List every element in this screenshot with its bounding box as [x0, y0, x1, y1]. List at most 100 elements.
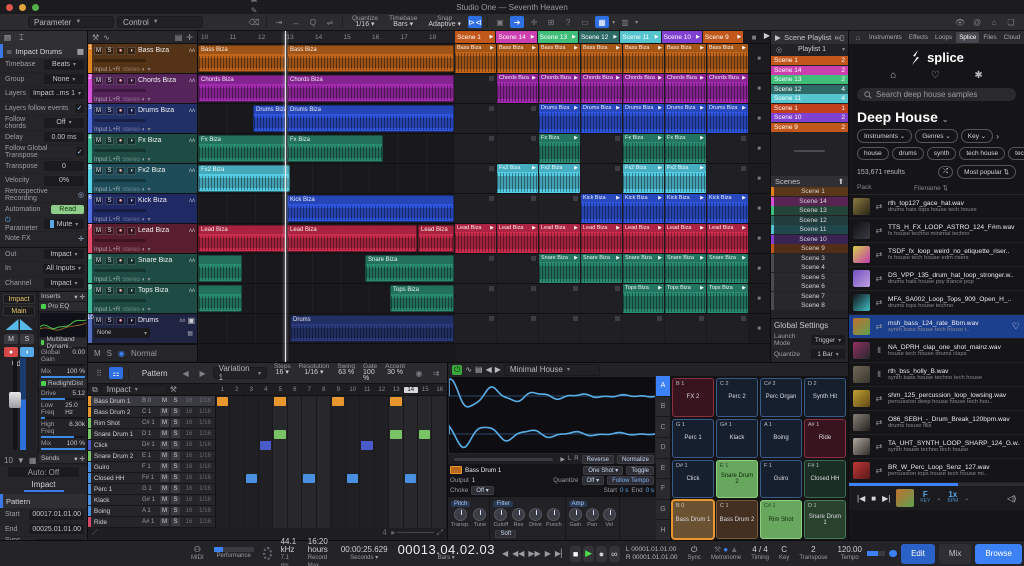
launcher-cell[interactable] [581, 284, 622, 313]
channel-io-value[interactable]: Impact▾ [44, 278, 84, 288]
step-cell[interactable] [216, 451, 230, 462]
step-note[interactable] [332, 397, 343, 406]
step-note[interactable] [390, 430, 401, 439]
stereo-toggle-icon[interactable]: ◐ [142, 277, 146, 283]
step-note[interactable] [361, 441, 372, 450]
step-cell[interactable] [331, 429, 345, 440]
playlist-scene-item[interactable]: Scene 114 [771, 94, 848, 103]
tag-tech-house[interactable]: tech house [959, 147, 1005, 160]
track-monitor-icon[interactable]: ◖ [127, 257, 136, 265]
pattern-row-solo[interactable]: S [171, 408, 180, 416]
track-monitor-icon[interactable]: ◖ [127, 227, 136, 235]
step-cell[interactable] [432, 495, 446, 506]
step-cell[interactable] [346, 418, 360, 429]
accent-dot-icon[interactable]: ◉ [412, 367, 426, 379]
step-cell[interactable] [245, 462, 259, 473]
step-cell[interactable] [389, 473, 403, 484]
track-solo-button[interactable]: S [105, 47, 114, 55]
inspector-row-value[interactable]: 0% [44, 176, 84, 186]
step-number-5[interactable]: 5 [273, 387, 288, 393]
loop-icon[interactable]: ⇄ [874, 298, 884, 307]
pad-klack[interactable]: G# 1Klack [716, 419, 758, 458]
quantize-dropdown[interactable]: Off ▾ [582, 476, 605, 485]
pattern-row-header[interactable]: Snare Drum 1D 1MS161/16 [88, 429, 216, 439]
parameter-slider[interactable] [41, 448, 85, 450]
step-cell[interactable] [389, 418, 403, 429]
launcher-cell[interactable]: Snare Biza▶ [581, 254, 622, 283]
track-record-icon[interactable]: ● [116, 167, 125, 175]
step-cell[interactable] [230, 473, 244, 484]
filter-instruments[interactable]: Instruments ⌄ [857, 129, 912, 143]
step-cell[interactable] [389, 495, 403, 506]
step-cell[interactable] [389, 407, 403, 418]
launcher-cell[interactable]: Bass Biza▶ [707, 44, 748, 73]
launcher-cell[interactable] [581, 314, 622, 343]
track-mute-button[interactable]: M [94, 107, 103, 115]
track-mute-button[interactable]: M [94, 167, 103, 175]
launcher-clip[interactable]: Lead Biza▶ [497, 224, 538, 253]
launcher-clip[interactable]: Bass Biza▶ [707, 44, 748, 73]
clip-stop-icon[interactable] [489, 256, 494, 261]
audio-clip[interactable]: Snare Biza [365, 255, 454, 282]
filters-more-icon[interactable]: › [996, 132, 999, 141]
step-cell[interactable] [404, 473, 418, 484]
step-cell[interactable] [360, 418, 374, 429]
choke-dropdown[interactable]: Off ▾ [471, 486, 494, 495]
nudge-right-icon[interactable]: ▶ [543, 549, 553, 558]
track-record-icon[interactable]: ● [116, 227, 125, 235]
clip-stop-icon[interactable] [741, 136, 746, 141]
launcher-cell[interactable] [539, 314, 580, 343]
step-cell[interactable] [216, 506, 230, 517]
arrangement-lane-lead-biza[interactable]: Lead BizaLead BizaLead Biza [198, 224, 455, 254]
step-cell[interactable] [288, 396, 302, 407]
sample-row[interactable]: ⇄msh_bass_124_rate_Bbm.wavsynth bass hou… [849, 315, 1024, 339]
step-cell[interactable] [302, 429, 316, 440]
launcher-clip[interactable]: Snare Biza▶ [665, 254, 706, 283]
channel-io-value[interactable]: Impact▾ [44, 249, 84, 259]
step-cell[interactable] [216, 495, 230, 506]
step-cell[interactable] [259, 418, 273, 429]
launcher-clip[interactable]: Snare Biza▶ [707, 254, 748, 283]
step-cell[interactable] [375, 506, 389, 517]
loop-icon[interactable]: ⇄ [874, 322, 884, 331]
pattern-row-solo[interactable]: S [171, 397, 180, 405]
step-cell[interactable] [216, 396, 230, 407]
pattern-row-header[interactable]: Bass Drum 2C 1MS161/16 [88, 407, 216, 417]
step-cell[interactable] [302, 440, 316, 451]
clip-stop-icon[interactable] [615, 316, 620, 321]
step-cell[interactable] [418, 484, 432, 495]
step-cell[interactable] [404, 407, 418, 418]
scenes-list-item[interactable]: Scene 7 [771, 292, 848, 301]
step-cell[interactable] [302, 484, 316, 495]
step-cell[interactable] [288, 495, 302, 506]
tag-house[interactable]: house [857, 147, 889, 160]
launcher-cell[interactable]: Bass Biza▶ [455, 44, 496, 73]
audio-clip[interactable]: Drums Biza [287, 105, 454, 132]
track-mute-button[interactable]: M [94, 47, 103, 55]
pad-boing[interactable]: A 1Boing [760, 419, 802, 458]
pad-bank-b[interactable]: B [656, 397, 670, 418]
launcher-cell[interactable] [581, 164, 622, 193]
step-cell[interactable] [346, 396, 360, 407]
step-cell[interactable] [432, 484, 446, 495]
launcher-cell[interactable] [455, 314, 496, 343]
step-cell[interactable] [389, 429, 403, 440]
pattern-row-mute[interactable]: M [160, 408, 169, 416]
step-cell[interactable] [432, 451, 446, 462]
playlist-scene-item[interactable]: Scene 92 [771, 123, 848, 132]
track-solo-button[interactable]: S [105, 197, 114, 205]
stop-button[interactable]: ■ [570, 546, 581, 562]
sample-waveform[interactable] [448, 376, 656, 454]
clip-stop-icon[interactable] [489, 286, 494, 291]
launcher-cell[interactable]: Fx2 Biza▶ [539, 164, 580, 193]
sample-row[interactable]: ⇄BR_W_Perc_Loop_Senz_127.wavpercussion t… [849, 459, 1024, 483]
filter-key[interactable]: Key ⌄ [961, 129, 993, 143]
step-cell[interactable] [346, 506, 360, 517]
step-cell[interactable] [418, 440, 432, 451]
pattern-prop-value[interactable]: 00017.01.01.00 [29, 510, 84, 520]
filter-genres[interactable]: Genres ⌄ [915, 129, 958, 143]
browser-home-icon[interactable]: ⌂ [851, 32, 865, 44]
parameter-dropdown[interactable]: Parameter▼ [28, 16, 114, 28]
track-header-chords-biza[interactable]: 2MS●◖Chords BizaᴧᴧInput L+RStereo◐▾⎓ Non… [88, 74, 197, 104]
splice-settings-icon[interactable]: ✱ [974, 70, 982, 84]
